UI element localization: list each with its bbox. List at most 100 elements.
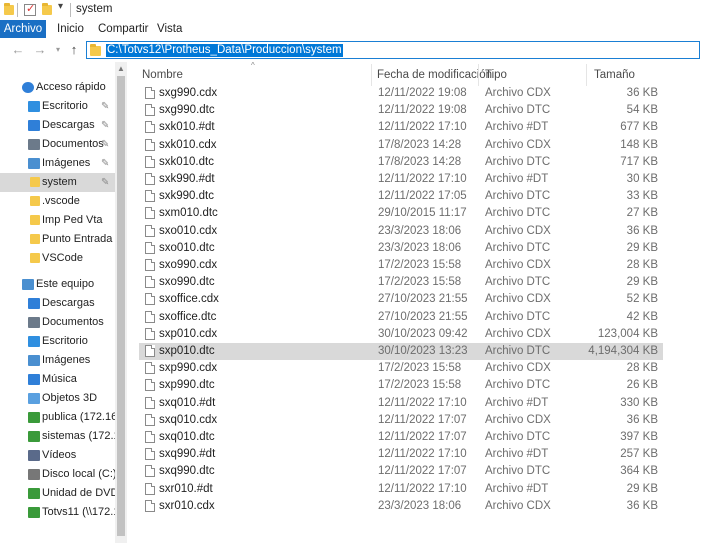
file-date: 23/3/2023 18:06: [378, 241, 462, 254]
file-row[interactable]: sxq990.#dt 12/11/2022 17:10 Archivo #DT 257…: [139, 446, 663, 463]
up-arrow-icon[interactable]: ↑: [66, 42, 82, 58]
forward-arrow-icon[interactable]: →: [32, 42, 48, 58]
file-type: Archivo DTC: [485, 190, 551, 203]
scrollbar-thumb[interactable]: [117, 76, 125, 536]
sidebar-item[interactable]: Punto Entrada: [0, 230, 118, 249]
file-date: 30/10/2023 13:23: [378, 345, 468, 357]
sidebar-item[interactable]: Música: [0, 370, 118, 389]
sidebar-item-label: Este equipo: [36, 278, 95, 290]
tab-vista[interactable]: Vista: [157, 20, 182, 38]
sidebar-item[interactable]: Este equipo: [0, 275, 118, 294]
sidebar-item[interactable]: .vscode: [0, 192, 118, 211]
file-row[interactable]: sxp990.cdx 17/2/2023 15:58 Archivo CDX 28 K…: [139, 360, 663, 377]
file-row[interactable]: sxq010.#dt 12/11/2022 17:10 Archivo #DT 330…: [139, 395, 663, 412]
file-row[interactable]: sxo010.dtc 23/3/2023 18:06 Archivo DTC 29 K…: [139, 240, 663, 257]
sidebar-item[interactable]: Objetos 3D: [0, 389, 118, 408]
sidebar-item[interactable]: Unidad de DVD: [0, 484, 118, 503]
file-type: Archivo CDX: [485, 293, 551, 306]
column-divider[interactable]: [586, 64, 587, 86]
customize-toolbar-icon[interactable]: ▾: [58, 1, 63, 15]
sidebar-item[interactable]: system ✎: [0, 173, 118, 192]
file-date: 17/8/2023 14:28: [378, 155, 462, 168]
sidebar-item[interactable]: Totvs11 (\\172.16: [0, 503, 118, 522]
file-row[interactable]: sxk010.cdx 17/8/2023 14:28 Archivo CDX 148 …: [139, 137, 663, 154]
file-row[interactable]: sxm010.dtc 29/10/2015 11:17 Archivo DTC 27 …: [139, 205, 663, 222]
column-header-name[interactable]: Nombre: [142, 62, 183, 84]
sidebar-item[interactable]: Documentos ✎: [0, 135, 118, 154]
new-folder-icon[interactable]: [42, 3, 52, 18]
file-size: 26 KB: [626, 379, 658, 392]
sidebar-item[interactable]: Imp Ped Vta: [0, 211, 118, 230]
sidebar-item[interactable]: sistemas (172.16: [0, 427, 118, 446]
file-row[interactable]: sxp990.dtc 17/2/2023 15:58 Archivo DTC 26 K…: [139, 377, 663, 394]
file-row[interactable]: sxg990.cdx 12/11/2022 19:08 Archivo CDX 36 …: [139, 85, 663, 102]
file-icon: [145, 259, 155, 271]
sidebar-item[interactable]: Documentos: [0, 313, 118, 332]
pin-icon[interactable]: ✎: [101, 116, 109, 135]
file-row[interactable]: sxo990.dtc 17/2/2023 15:58 Archivo DTC 29 K…: [139, 274, 663, 291]
file-name: sxk010.#dt: [159, 121, 215, 134]
file-name: sxp010.cdx: [159, 327, 218, 340]
file-row[interactable]: sxo010.cdx 23/3/2023 18:06 Archivo CDX 36 K…: [139, 223, 663, 240]
sidebar-item[interactable]: Escritorio: [0, 332, 118, 351]
column-divider[interactable]: [478, 64, 479, 86]
sidebar-item[interactable]: Escritorio ✎: [0, 97, 118, 116]
file-date: 12/11/2022 17:05: [378, 190, 467, 203]
sidebar-item[interactable]: Imágenes: [0, 351, 118, 370]
file-type: Archivo CDX: [485, 362, 551, 375]
sidebar-item[interactable]: VSCode: [0, 249, 118, 268]
pin-icon[interactable]: ✎: [101, 154, 109, 173]
column-header-size[interactable]: Tamaño: [594, 62, 635, 84]
column-header-date[interactable]: Fecha de modificación: [377, 62, 492, 84]
file-row[interactable]: sxo990.cdx 17/2/2023 15:58 Archivo CDX 28 K…: [139, 257, 663, 274]
file-row[interactable]: sxp010.dtc 30/10/2023 13:23 Archivo DTC 4,1…: [139, 343, 663, 360]
file-row[interactable]: sxoffice.cdx 27/10/2023 21:55 Archivo CDX 5…: [139, 291, 663, 308]
address-input[interactable]: C:\Totvs12\Protheus_Data\Produccion\syst…: [86, 41, 700, 59]
file-row[interactable]: sxp010.cdx 30/10/2023 09:42 Archivo CDX 123…: [139, 326, 663, 343]
pictures-icon: [28, 355, 40, 366]
file-row[interactable]: sxr010.#dt 12/11/2022 17:10 Archivo #DT 29 …: [139, 481, 663, 498]
properties-icon[interactable]: ✓: [24, 3, 36, 16]
column-header-type[interactable]: Tipo: [485, 62, 507, 84]
tab-inicio[interactable]: Inicio: [57, 20, 84, 38]
tab-archivo[interactable]: Archivo: [0, 20, 46, 38]
file-row[interactable]: sxk990.#dt 12/11/2022 17:10 Archivo #DT 30 …: [139, 171, 663, 188]
sidebar-item[interactable]: publica (172.16.1: [0, 408, 118, 427]
file-row[interactable]: sxq010.cdx 12/11/2022 17:07 Archivo CDX 36 …: [139, 412, 663, 429]
file-name: sxg990.cdx: [159, 87, 218, 99]
sidebar-item[interactable]: Descargas ✎: [0, 116, 118, 135]
file-name: sxo990.dtc: [159, 276, 215, 289]
sidebar-item[interactable]: Acceso rápido: [0, 78, 118, 97]
file-date: 12/11/2022 17:07: [378, 431, 467, 443]
file-row[interactable]: sxr010.cdx 23/3/2023 18:06 Archivo CDX 36 K…: [139, 498, 663, 515]
file-row[interactable]: sxq990.dtc 12/11/2022 17:07 Archivo DTC 364…: [139, 463, 663, 480]
file-row[interactable]: sxk990.dtc 12/11/2022 17:05 Archivo DTC 33 …: [139, 188, 663, 205]
pin-icon[interactable]: ✎: [101, 173, 109, 192]
file-name: sxp010.dtc: [159, 345, 215, 357]
file-size: 36 KB: [626, 87, 658, 99]
address-path-text[interactable]: C:\Totvs12\Protheus_Data\Produccion\syst…: [106, 44, 343, 57]
file-name: sxo990.cdx: [159, 259, 218, 271]
sidebar-item[interactable]: Vídeos: [0, 446, 118, 465]
recent-locations-icon[interactable]: ▾: [50, 42, 66, 58]
file-row[interactable]: sxq010.dtc 12/11/2022 17:07 Archivo DTC 397…: [139, 429, 663, 446]
folder-icon: [30, 177, 40, 187]
back-arrow-icon[interactable]: ←: [10, 42, 26, 58]
file-row[interactable]: sxk010.#dt 12/11/2022 17:10 Archivo #DT 677…: [139, 119, 663, 136]
scroll-up-arrow-icon[interactable]: ▲: [115, 64, 127, 73]
pin-icon[interactable]: ✎: [101, 97, 109, 116]
file-row[interactable]: sxk010.dtc 17/8/2023 14:28 Archivo DTC 717 …: [139, 154, 663, 171]
column-divider[interactable]: [371, 64, 372, 86]
file-icon: [145, 241, 155, 254]
file-date: 12/11/2022 17:10: [378, 482, 467, 495]
file-icon: [145, 173, 155, 185]
sidebar-item[interactable]: Disco local (C:): [0, 465, 118, 484]
sidebar-item[interactable]: Imágenes ✎: [0, 154, 118, 173]
file-type: Archivo DTC: [485, 345, 551, 357]
file-row[interactable]: sxoffice.dtc 27/10/2023 21:55 Archivo DTC 4…: [139, 309, 663, 326]
navigation-pane-scrollbar[interactable]: ▲: [115, 62, 127, 543]
tab-compartir[interactable]: Compartir: [98, 20, 148, 38]
pin-icon[interactable]: ✎: [101, 135, 109, 154]
file-row[interactable]: sxg990.dtc 12/11/2022 19:08 Archivo DTC 54 …: [139, 102, 663, 119]
sidebar-item[interactable]: Descargas: [0, 294, 118, 313]
